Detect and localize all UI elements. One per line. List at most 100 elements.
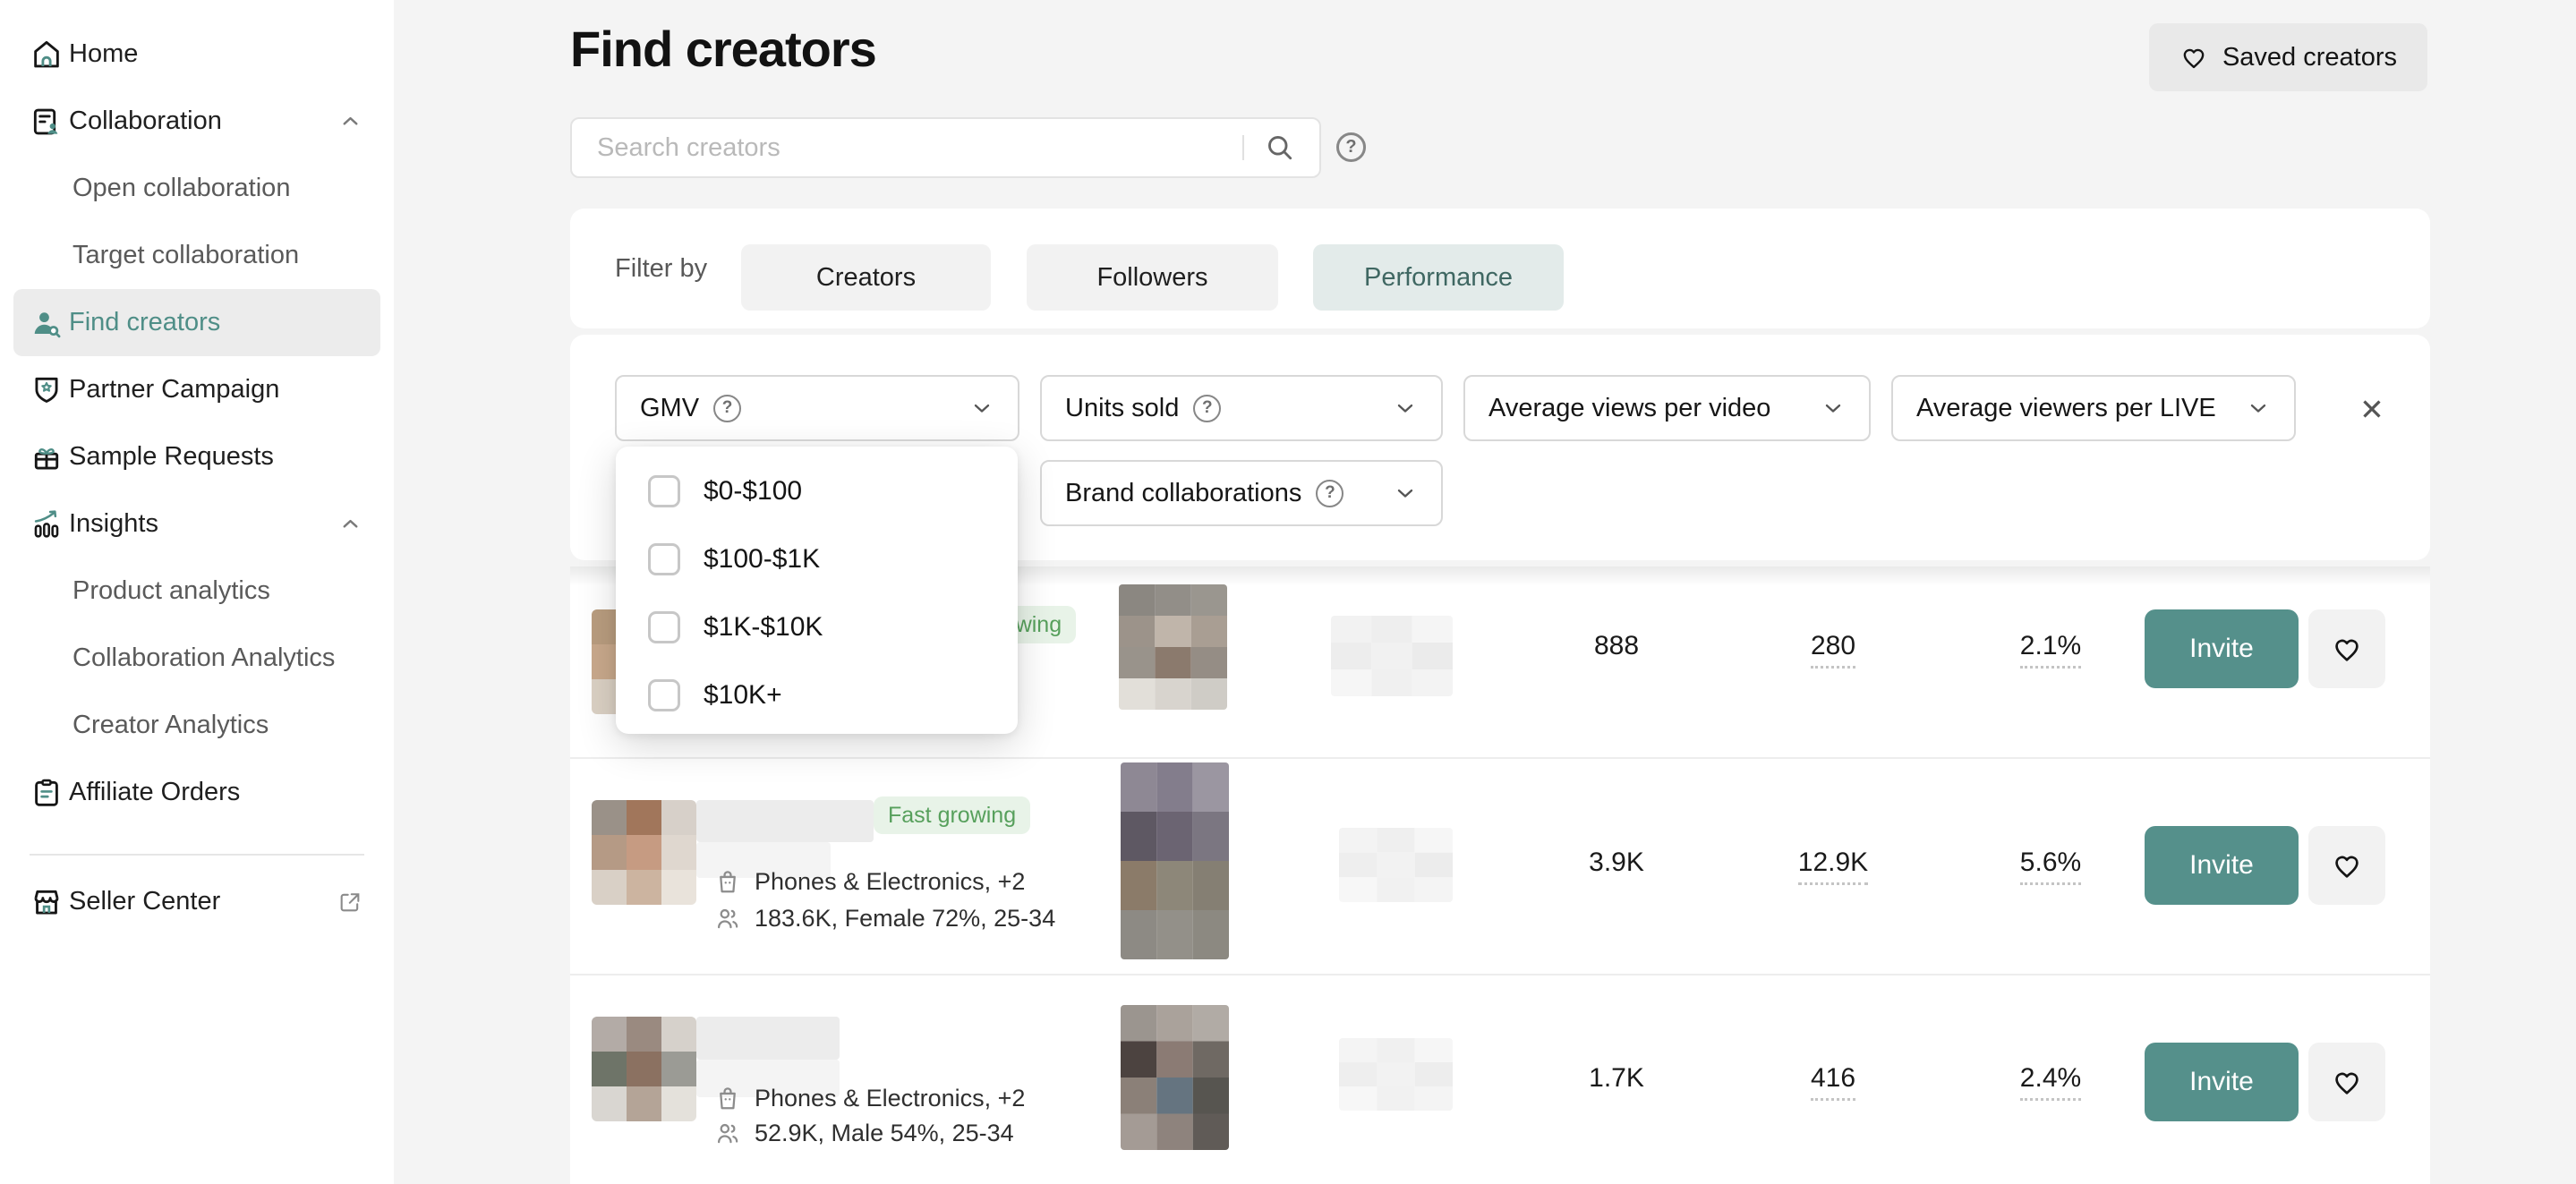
units-sold-filter-dropdown[interactable]: Units sold ? — [1040, 375, 1443, 441]
sidebar-item-collaboration-analytics[interactable]: Collaboration Analytics — [13, 625, 380, 692]
save-creator-heart-button[interactable] — [2308, 1043, 2385, 1121]
blurred-video-thumbnail[interactable] — [1119, 584, 1227, 710]
avatar[interactable] — [592, 1017, 696, 1121]
chevron-down-icon — [1821, 396, 1846, 421]
gmv-filter-label: GMV — [640, 394, 699, 423]
blurred-video-thumbnail[interactable] — [1121, 1005, 1229, 1150]
heart-icon — [2179, 43, 2208, 72]
brand-collaborations-filter-dropdown[interactable]: Brand collaborations ? — [1040, 460, 1443, 526]
audience-line: 183.6K, Female 72%, 25-34 — [713, 904, 1055, 933]
sidebar-item-creator-analytics[interactable]: Creator Analytics — [13, 692, 380, 759]
blurred-creator-name — [696, 800, 874, 842]
sidebar-nav: Home Collaboration Open collaboration Ta… — [13, 21, 380, 826]
blurred-value — [1331, 616, 1453, 696]
categories-line: Phones & Electronics, +2 — [713, 1084, 1025, 1112]
search-input[interactable] — [572, 133, 1242, 163]
sidebar-item-label: Seller Center — [69, 887, 220, 916]
sidebar-item-label: Sample Requests — [69, 442, 274, 472]
invite-button[interactable]: Invite — [2145, 826, 2299, 905]
sidebar-item-open-collaboration[interactable]: Open collaboration — [13, 155, 380, 222]
engagement-rate-value: 2.4% — [1952, 1063, 2149, 1094]
tab-creators[interactable]: Creators — [741, 244, 991, 311]
checkbox-icon[interactable] — [648, 611, 680, 643]
chevron-down-icon — [969, 396, 994, 421]
saved-creators-button[interactable]: Saved creators — [2149, 23, 2427, 91]
categories-text: Phones & Electronics, +2 — [755, 1085, 1025, 1112]
chevron-down-icon — [1393, 396, 1418, 421]
gmv-option-0-100[interactable]: $0-$100 — [616, 457, 1018, 525]
tab-performance[interactable]: Performance — [1313, 244, 1564, 311]
avg-views-value: 888 — [1518, 631, 1715, 661]
gift-icon — [30, 440, 69, 474]
filter-by-label: Filter by — [615, 209, 707, 328]
row-divider — [570, 974, 2430, 975]
sidebar-item-insights[interactable]: Insights — [13, 490, 380, 558]
save-creator-heart-button[interactable] — [2308, 609, 2385, 688]
home-icon — [30, 38, 69, 72]
avg-live-viewers-value: 280 — [1735, 631, 1932, 661]
external-link-icon — [337, 890, 363, 915]
gmv-option-100-1k[interactable]: $100-$1K — [616, 525, 1018, 593]
tab-followers[interactable]: Followers — [1027, 244, 1278, 311]
sidebar-item-home[interactable]: Home — [13, 21, 380, 88]
sidebar-item-target-collaboration[interactable]: Target collaboration — [13, 222, 380, 289]
save-creator-heart-button[interactable] — [2308, 826, 2385, 905]
shopping-bag-icon — [713, 867, 742, 896]
invite-button[interactable]: Invite — [2145, 609, 2299, 688]
close-filters-icon[interactable]: ✕ — [2351, 388, 2393, 430]
sidebar-item-partner-campaign[interactable]: Partner Campaign — [13, 356, 380, 423]
blurred-value — [1339, 828, 1453, 902]
units-sold-help-icon[interactable]: ? — [1193, 395, 1221, 422]
units-sold-filter-label: Units sold — [1065, 394, 1179, 423]
audience-text: 52.9K, Male 54%, 25-34 — [755, 1120, 1014, 1147]
gmv-dropdown-panel: $0-$100 $100-$1K $1K-$10K $10K+ — [616, 447, 1018, 734]
engagement-rate-value: 5.6% — [1952, 848, 2149, 878]
avg-views-filter-dropdown[interactable]: Average views per video — [1463, 375, 1871, 441]
sidebar-item-label: Collaboration — [69, 106, 222, 136]
clipboard-icon — [30, 776, 69, 810]
sidebar-item-find-creators[interactable]: Find creators — [13, 289, 380, 356]
invite-button[interactable]: Invite — [2145, 1043, 2299, 1121]
gmv-option-label: $0-$100 — [704, 476, 802, 507]
chevron-down-icon — [2246, 396, 2271, 421]
filter-tabs-card: Filter by Creators Followers Performance — [570, 209, 2430, 328]
avg-views-value: 3.9K — [1518, 848, 1715, 878]
search-bar — [570, 117, 1321, 178]
gmv-filter-dropdown[interactable]: GMV ? — [615, 375, 1019, 441]
brand-collaborations-help-icon[interactable]: ? — [1316, 480, 1343, 507]
checkbox-icon[interactable] — [648, 475, 680, 507]
find-creators-icon — [30, 306, 69, 340]
sidebar-item-affiliate-orders[interactable]: Affiliate Orders — [13, 759, 380, 826]
sidebar-item-seller-center[interactable]: Seller Center — [13, 868, 380, 935]
checkbox-icon[interactable] — [648, 543, 680, 575]
heart-icon — [2331, 1066, 2363, 1098]
avatar[interactable] — [592, 800, 696, 905]
sidebar-item-product-analytics[interactable]: Product analytics — [13, 558, 380, 625]
sidebar-item-label: Partner Campaign — [69, 375, 279, 405]
chevron-down-icon — [1393, 481, 1418, 506]
sidebar-item-label: Creator Analytics — [73, 711, 269, 740]
avg-live-viewers-value: 12.9K — [1735, 848, 1932, 878]
gmv-help-icon[interactable]: ? — [713, 395, 741, 422]
audience-line: 52.9K, Male 54%, 25-34 — [713, 1119, 1014, 1147]
find-creators-page: { "colors": { "accent_teal": "#4f8e87", … — [0, 0, 2576, 1184]
sidebar-item-sample-requests[interactable]: Sample Requests — [13, 423, 380, 490]
avg-live-viewers-filter-dropdown[interactable]: Average viewers per LIVE — [1891, 375, 2296, 441]
avg-live-viewers-value: 416 — [1735, 1063, 1932, 1094]
blurred-video-thumbnail[interactable] — [1121, 762, 1229, 959]
gmv-option-10k-plus[interactable]: $10K+ — [616, 661, 1018, 729]
sidebar-item-label: Home — [69, 39, 138, 69]
row-divider — [570, 757, 2430, 759]
search-divider — [1242, 135, 1244, 160]
sidebar-bottom: Seller Center — [13, 868, 380, 935]
sidebar-item-label: Target collaboration — [73, 241, 299, 270]
sidebar-item-collaboration[interactable]: Collaboration — [13, 88, 380, 155]
audience-icon — [713, 904, 742, 933]
checkbox-icon[interactable] — [648, 679, 680, 711]
gmv-option-label: $1K-$10K — [704, 612, 823, 643]
search-icon[interactable] — [1264, 132, 1296, 164]
fast-growing-badge: Fast growing — [874, 796, 1030, 834]
gmv-option-1k-10k[interactable]: $1K-$10K — [616, 593, 1018, 661]
heart-icon — [2331, 633, 2363, 665]
search-help-icon[interactable]: ? — [1336, 132, 1366, 162]
